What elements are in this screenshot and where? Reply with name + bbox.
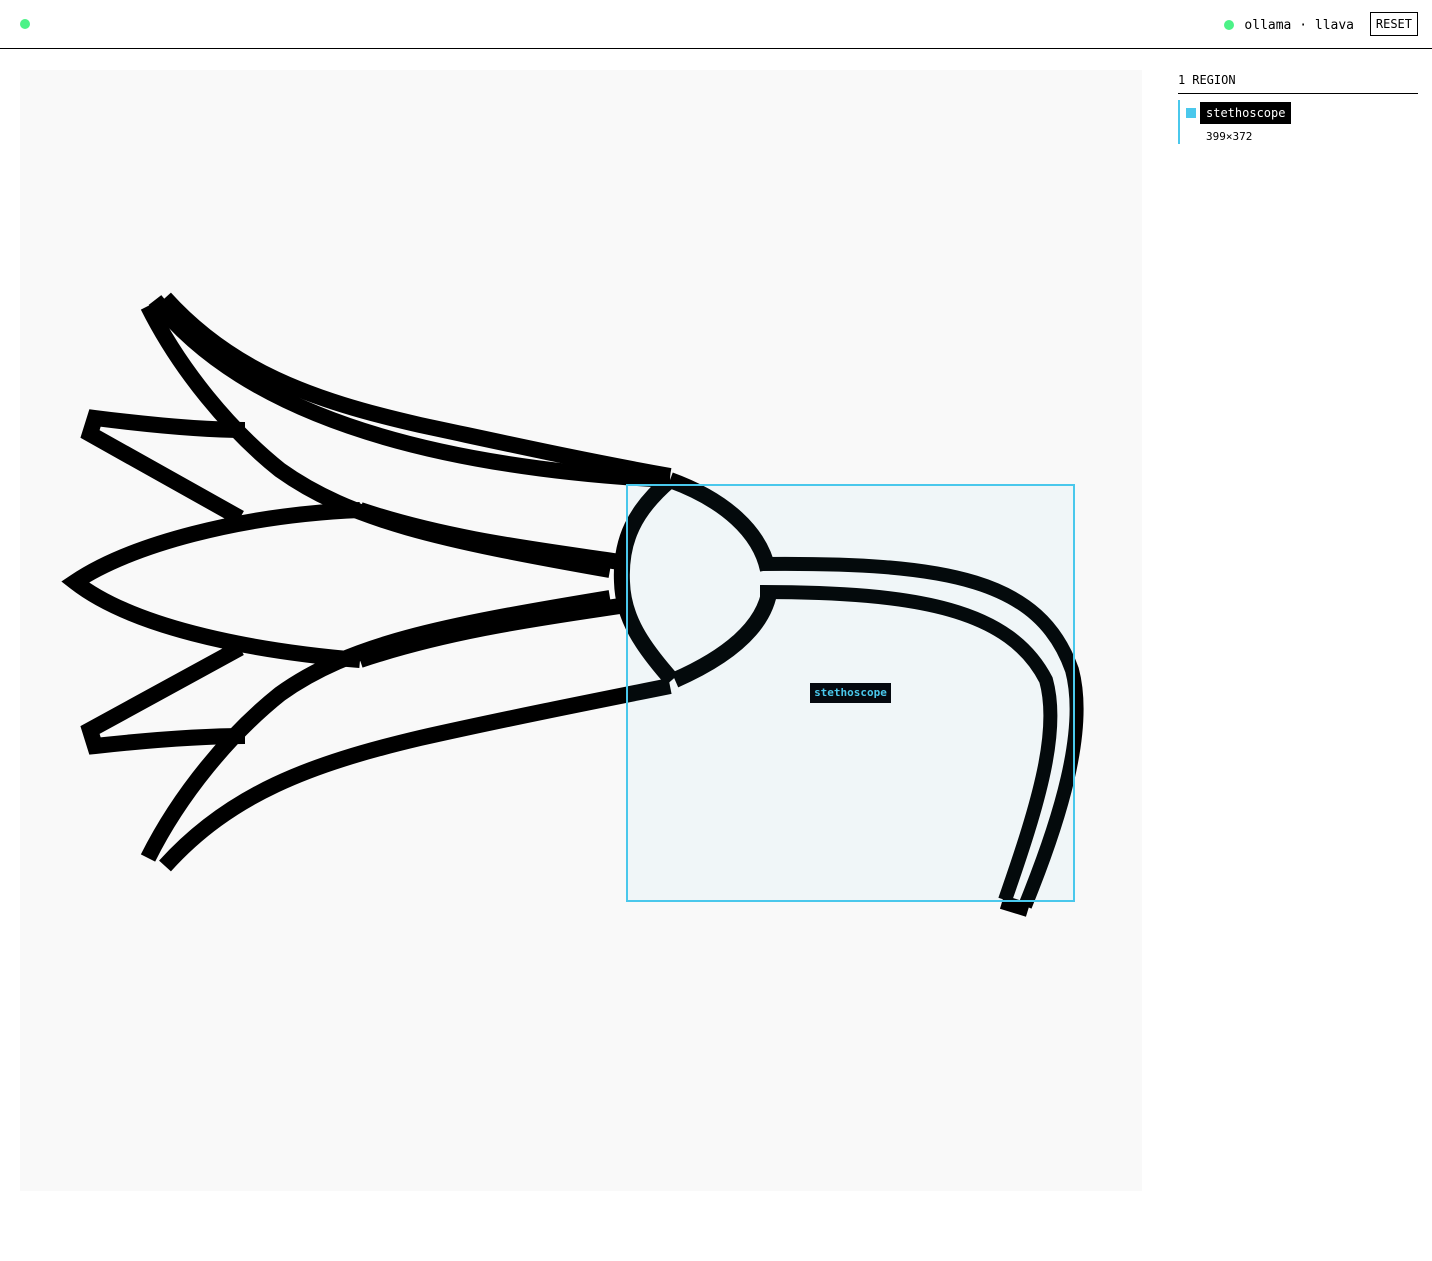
status-dot-icon xyxy=(1224,20,1235,30)
model-status-text: ollama · llava xyxy=(1244,17,1354,33)
app-status-dot-icon xyxy=(20,19,30,29)
region-color-swatch-icon xyxy=(1186,108,1196,118)
top-bar: ollama · llava RESET xyxy=(0,0,1432,49)
image-canvas[interactable]: stethoscope xyxy=(20,70,1142,1191)
region-name: stethoscope xyxy=(1200,102,1292,124)
regions-panel: 1 REGION stethoscope 399×372 xyxy=(1178,70,1418,144)
regions-header: 1 REGION xyxy=(1178,70,1418,94)
reset-button[interactable]: RESET xyxy=(1369,12,1418,36)
region-count: 1 xyxy=(1178,73,1186,87)
model-status: ollama · llava xyxy=(1224,17,1354,33)
region-list-item[interactable]: stethoscope 399×372 xyxy=(1178,100,1418,144)
region-count-label: REGION xyxy=(1192,73,1236,87)
region-box-label: stethoscope xyxy=(810,683,891,703)
region-dimensions: 399×372 xyxy=(1206,130,1253,143)
